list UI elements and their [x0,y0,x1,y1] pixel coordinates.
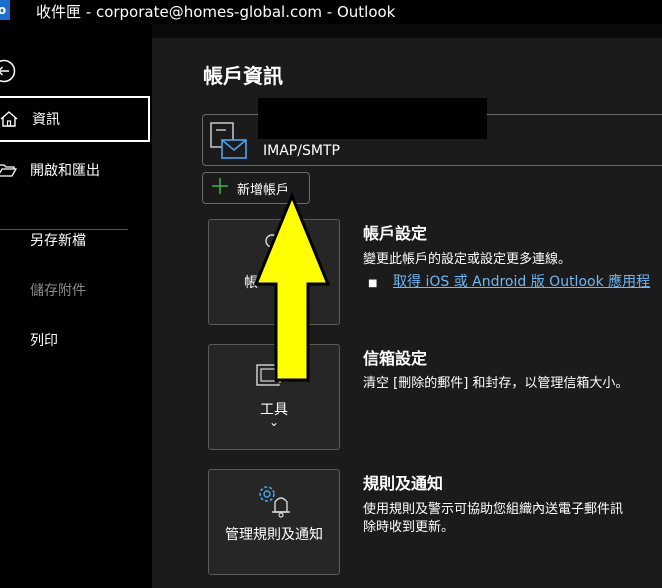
plus-icon [211,177,229,199]
nav-item-label: 資訊 [32,112,60,128]
account-settings-title: 帳戶設定 [363,224,428,243]
home-icon [0,109,20,129]
rules-alerts-description-line1: 使用規則及警示可協助您組織內送電子郵件訊 [363,502,624,517]
mailbox-settings-title: 信箱設定 [363,349,428,368]
back-button[interactable] [0,55,20,87]
nav-item-label: 另存新檔 [30,233,86,249]
rules-alerts-description-line2: 除時收到更新。 [363,520,455,535]
manage-rules-tile[interactable]: 管理規則及通知 [208,469,340,575]
nav-item-label: 列印 [30,333,58,349]
back-arrow-icon [0,59,16,83]
mail-account-icon [210,122,248,162]
bullet-marker: ■ [368,278,378,289]
nav-item-info[interactable]: 資訊 [0,96,150,142]
nav-item-save-as[interactable]: 另存新檔 [0,217,150,263]
backstage-nav: 資訊 開啟和匯出 另存新檔 儲存附件 列印 [0,24,152,588]
mailbox-settings-description: 清空 [刪除的郵件] 和封存，以管理信箱大小。 [363,376,629,391]
nav-item-save-attachments[interactable]: 儲存附件 [0,267,150,313]
account-type-label: IMAP/SMTP [263,143,340,159]
account-settings-description: 變更此帳戶的設定或設定更多連線。 [363,252,572,267]
chevron-down-icon: ⌄ [268,415,280,429]
nav-item-label: 開啟和匯出 [30,163,100,179]
folder-open-icon [0,160,18,180]
title-bar: o 收件匣 - corporate@homes-global.com - Out… [0,0,662,24]
get-mobile-app-link[interactable]: 取得 iOS 或 Android 版 Outlook 應用程 [393,271,650,291]
manage-rules-tile-label: 管理規則及通知 [225,527,323,543]
outlook-app-icon: o [0,0,10,20]
rules-alerts-icon [255,482,295,522]
redacted-account-name [258,98,487,139]
account-info-panel: 帳戶資訊 IMAP/SMTP 新增帳戶 帳 帳戶設定 變更此帳戶的設定或設定更多… [152,38,662,588]
rules-alerts-title: 規則及通知 [363,474,444,493]
nav-item-label: 儲存附件 [30,283,86,299]
nav-item-open-export[interactable]: 開啟和匯出 [0,147,150,193]
page-title: 帳戶資訊 [203,64,283,88]
window-title: 收件匣 - corporate@homes-global.com - Outlo… [36,3,396,21]
nav-item-print[interactable]: 列印 [0,317,150,363]
annotation-up-arrow [250,190,334,386]
